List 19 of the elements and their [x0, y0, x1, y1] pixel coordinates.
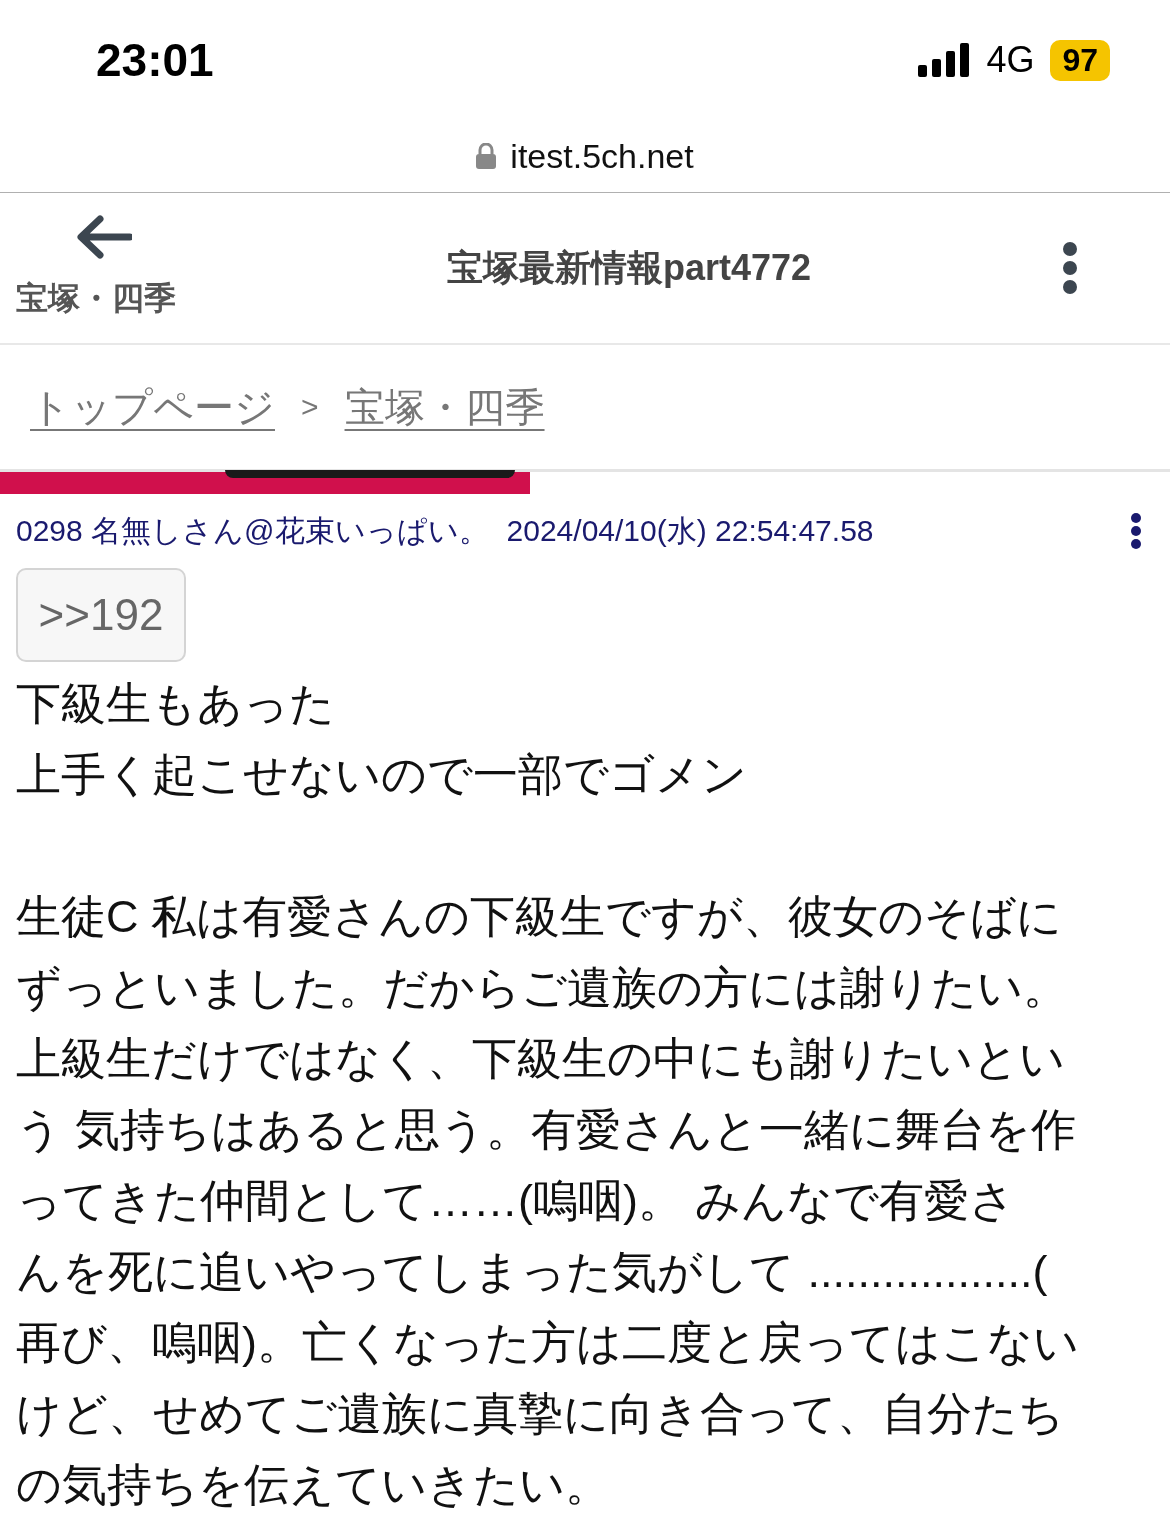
breadcrumb-separator: > — [301, 390, 319, 424]
post-author: 0298 名無しさん@花束いっぱい。 — [16, 512, 489, 549]
post-paragraph: 下級生もあった 上手く起こせないので一部でゴメン — [16, 677, 748, 802]
post-paragraph: 生徒C 私は有愛さんの下級生ですが、彼女のそばに ずっといました。だからご遺族の方には謝りたい。 上級生だけではなく、下級生の中にも謝りたいとい う 気持ちはあると思う。有愛さんと一緒に舞台を作 ってきた仲間として……(嗚咽)。 みんなで有愛さ んを死に追いやってしまった気がして ..................( 再び、嗚咽)。亡くなった方は二度と戻ってはこない けど、せめてご遺族に真摯に向き合って、自分たち の気持ちを伝えていきたい。 — [16, 890, 1080, 1512]
back-arrow-icon[interactable] — [76, 215, 132, 259]
more-menu-icon[interactable] — [1062, 241, 1078, 295]
thread-title: 宝塚最新情報part4772 — [445, 245, 813, 290]
url-text[interactable]: itest.5ch.net — [510, 136, 694, 176]
battery-level: 97 — [1050, 39, 1110, 81]
network-type: 4G — [986, 39, 1035, 81]
breadcrumb-link[interactable]: 宝塚・四季 — [344, 379, 545, 435]
reply-anchor-button[interactable]: >>192 — [16, 568, 186, 662]
post-date: 2024/04/10(水) 22:54:47.58 — [506, 512, 874, 549]
board-name[interactable]: 宝塚・四季 — [16, 277, 176, 321]
breadcrumb-link[interactable]: トップページ — [30, 379, 275, 435]
clock-time: 23:01 — [96, 33, 214, 87]
post-menu-icon[interactable] — [1130, 512, 1142, 550]
lock-icon — [476, 143, 497, 169]
signal-icon — [918, 43, 971, 77]
